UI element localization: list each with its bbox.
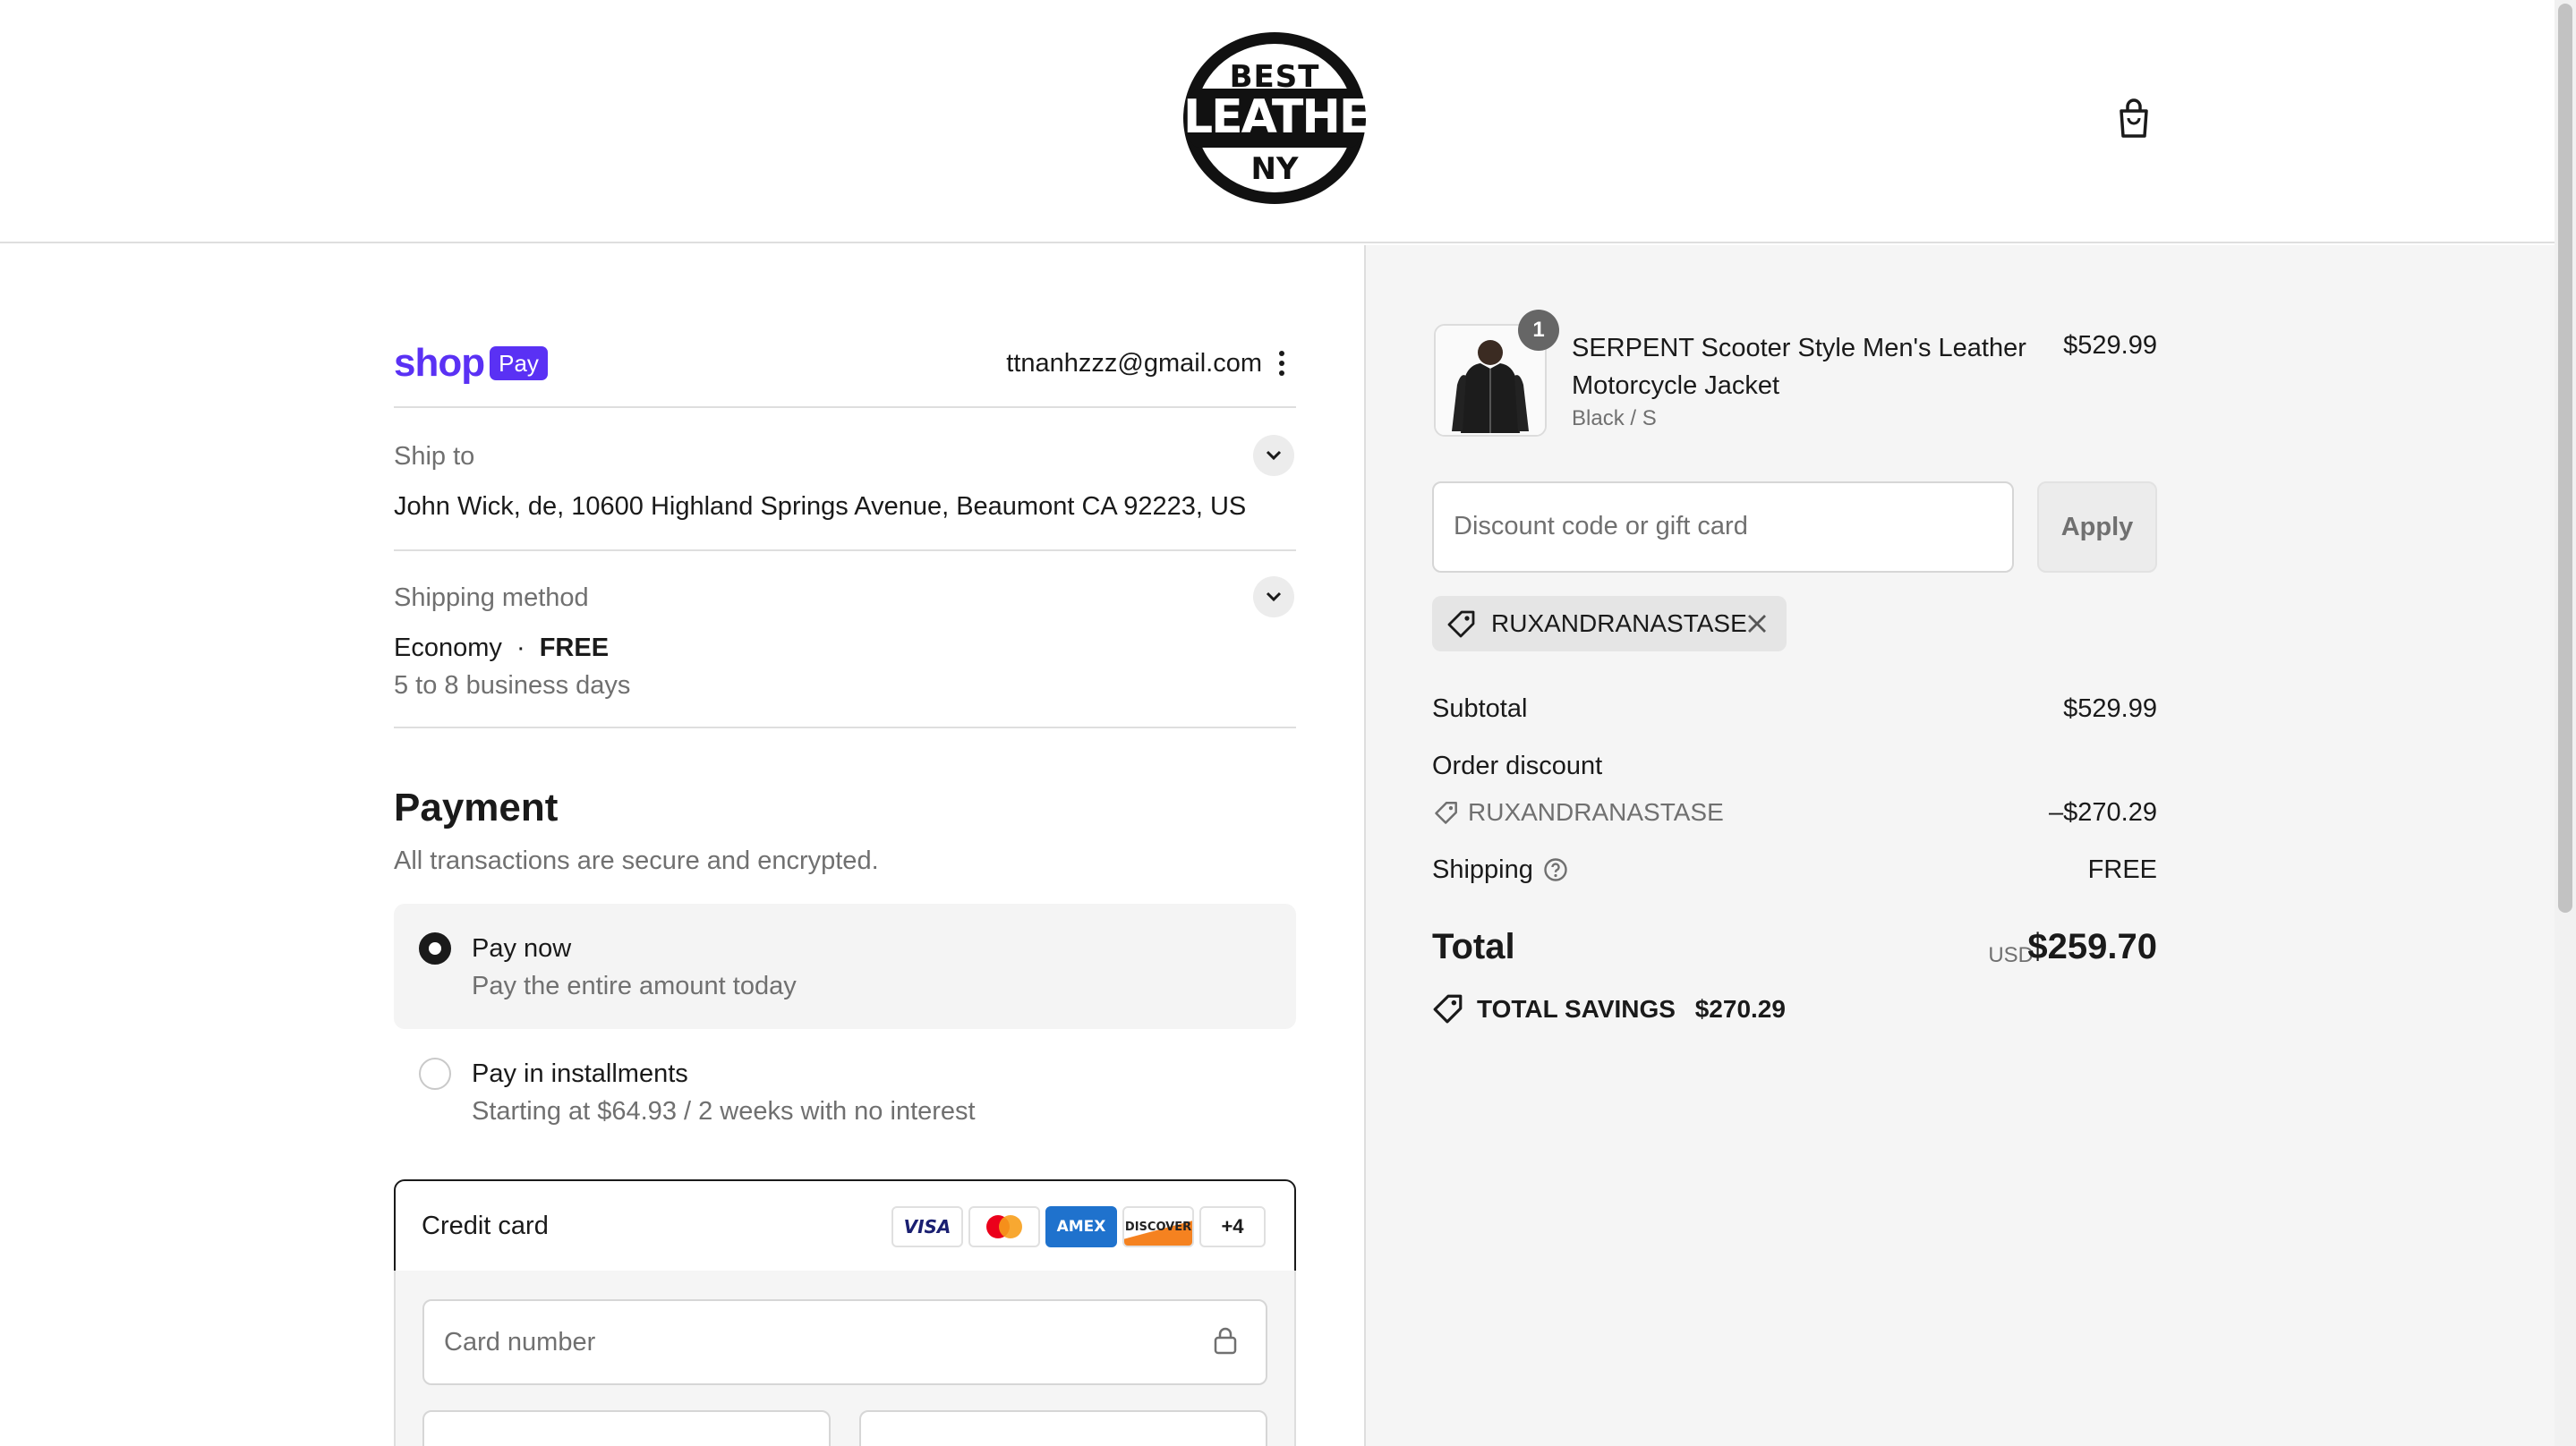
shipping-method-name: Economy · FREE	[394, 634, 609, 663]
order-discount-value: –$270.29	[2049, 798, 2157, 827]
savings-tag-icon	[1432, 993, 1464, 1024]
shipping-label: Shipping	[1432, 855, 1533, 884]
subtotal-value: $529.99	[2063, 694, 2157, 723]
quantity-badge: 1	[1518, 310, 1559, 351]
discover-icon: DISCOVER	[1122, 1206, 1194, 1247]
credit-card-label: Credit card	[422, 1212, 549, 1240]
shipping-method-eta: 5 to 8 business days	[394, 671, 631, 700]
product-name: SERPENT Scooter Style Men's Leather Moto…	[1572, 334, 2026, 400]
mastercard-icon	[968, 1206, 1040, 1247]
divider	[394, 406, 1296, 408]
amex-icon: AMEX	[1045, 1206, 1117, 1247]
shop-pay-wordmark: shop	[394, 341, 485, 385]
chevron-down-icon[interactable]	[1253, 435, 1294, 476]
pay-installments-title[interactable]: Pay in installments	[472, 1059, 688, 1089]
product-price: $529.99	[2063, 331, 2157, 360]
tag-icon	[1434, 800, 1459, 825]
pay-now-title: Pay now	[472, 934, 572, 963]
logo-text-ny: NY	[1250, 151, 1299, 187]
applied-discount-chip: RUXANDRANASTASE	[1432, 596, 1787, 651]
shipping-method-price: FREE	[539, 634, 610, 662]
order-discount-label: Order discount	[1432, 752, 1603, 780]
pay-installments-desc: Starting at $64.93 / 2 weeks with no int…	[472, 1097, 976, 1126]
security-code-input[interactable]	[859, 1410, 1267, 1446]
shipping-value: FREE	[2087, 855, 2157, 884]
lock-icon	[1214, 1326, 1237, 1355]
scrollbar-thumb[interactable]	[2558, 4, 2572, 913]
ship-to-label: Ship to	[394, 442, 475, 471]
pay-now-desc: Pay the entire amount today	[472, 972, 797, 1000]
account-email: ttnanhzzz@gmail.com	[1006, 349, 1262, 378]
chevron-down-icon[interactable]	[1253, 576, 1294, 617]
order-discount-code: RUXANDRANASTASE	[1468, 798, 1724, 826]
expiration-date-input[interactable]	[422, 1410, 831, 1446]
total-label: Total	[1432, 927, 1515, 966]
pay-now-radio[interactable]	[419, 932, 451, 965]
divider	[394, 549, 1296, 551]
checkout-page: BEST LEATHER NY shop Pay ttnanhzzz@gmail…	[0, 0, 2576, 1446]
visa-icon: VISA	[891, 1206, 963, 1247]
payment-title: Payment	[394, 786, 559, 829]
payment-subtitle: All transactions are secure and encrypte…	[394, 846, 879, 875]
header: BEST LEATHER NY	[0, 0, 2576, 243]
discount-code-placeholder: Discount code or gift card	[1454, 512, 1748, 540]
subtotal-label: Subtotal	[1432, 694, 1528, 723]
shopping-bag-icon[interactable]	[2116, 97, 2152, 140]
total-currency: USD	[1988, 943, 2034, 967]
card-number-placeholder: Card number	[444, 1328, 596, 1357]
logo-text-leather: LEATHER	[1183, 90, 1404, 144]
total-savings: TOTAL SAVINGS $270.29	[1477, 995, 1786, 1024]
help-icon[interactable]	[1543, 857, 1568, 882]
payment-option-pay-now[interactable]	[394, 904, 1296, 1029]
more-options-icon[interactable]	[1278, 351, 1285, 378]
shipping-method-label: Shipping method	[394, 583, 589, 612]
product-variant: Black / S	[1572, 406, 1657, 430]
close-icon[interactable]	[1745, 612, 1769, 635]
shop-pay-badge: Pay	[490, 346, 548, 380]
tag-icon	[1446, 609, 1477, 638]
ship-to-address: John Wick, de, 10600 Highland Springs Av…	[394, 492, 1247, 521]
separator: ·	[516, 634, 525, 662]
pay-installments-radio[interactable]	[419, 1058, 451, 1090]
logo-text-best: BEST	[1229, 59, 1320, 95]
applied-discount-code: RUXANDRANASTASE	[1491, 609, 1747, 637]
divider	[394, 727, 1296, 728]
shop-pay-logo: shop Pay	[394, 344, 548, 383]
total-savings-value: $270.29	[1694, 995, 1786, 1023]
apply-discount-button[interactable]: Apply	[2037, 481, 2157, 573]
shipping-method-title: Economy	[394, 634, 502, 662]
total-value: $259.70	[2027, 927, 2157, 966]
more-cards-badge: +4	[1199, 1206, 1266, 1247]
store-logo[interactable]: BEST LEATHER NY	[1183, 32, 1404, 204]
total-savings-label: TOTAL SAVINGS	[1477, 995, 1676, 1023]
